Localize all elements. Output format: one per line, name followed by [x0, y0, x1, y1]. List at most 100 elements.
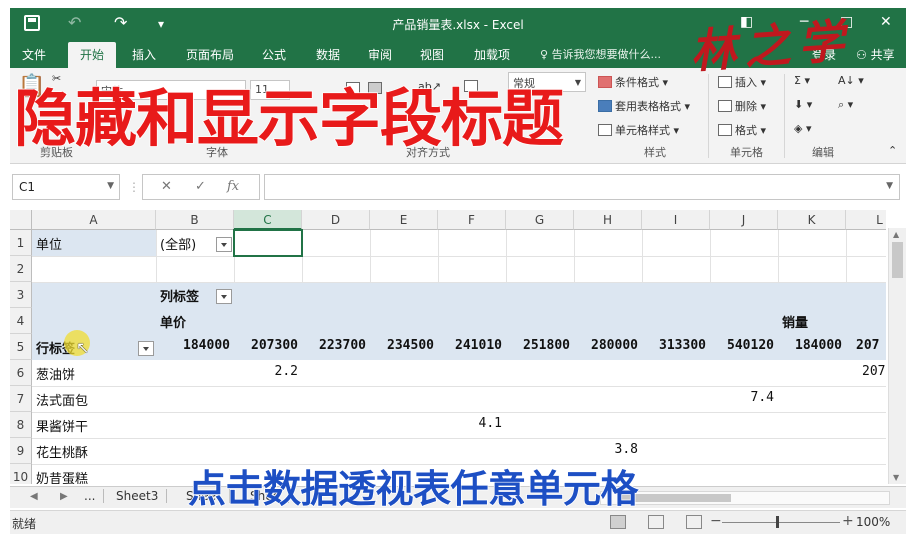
row-label[interactable]: 花生桃酥 [36, 442, 88, 461]
find-select-icon[interactable]: ⌕ ▾ [838, 98, 853, 112]
pivot-filter-value[interactable]: (全部) [160, 234, 196, 253]
horizontal-scrollbar[interactable] [600, 491, 890, 505]
value-cell[interactable]: 3.8 [574, 442, 638, 457]
zoom-out-icon[interactable]: − [710, 513, 722, 529]
normal-view-icon[interactable] [610, 515, 626, 529]
col-header-l[interactable]: L [846, 210, 886, 230]
cell-styles-button[interactable]: 单元格样式 ▾ [598, 122, 679, 138]
tab-page-layout[interactable]: 页面布局 [186, 46, 234, 63]
column-label-value[interactable]: 540120 [710, 338, 774, 353]
column-label-value[interactable]: 184000 [156, 338, 230, 353]
zoom-slider-thumb[interactable] [776, 516, 779, 528]
col-header-k[interactable]: K [778, 210, 846, 230]
conditional-format-button[interactable]: 条件格式 ▾ [598, 74, 668, 90]
column-labels-dropdown[interactable] [216, 289, 232, 304]
tab-formulas[interactable]: 公式 [262, 46, 286, 63]
row-header-9[interactable]: 9 [10, 438, 32, 464]
row-header-1[interactable]: 1 [10, 230, 32, 256]
field-sales-label[interactable]: 销量 [782, 312, 808, 331]
tab-file[interactable]: 文件 [22, 46, 46, 63]
sheet-tab-sheet3[interactable]: Sheet3 [108, 489, 168, 503]
delete-cells-button[interactable]: 删除 ▾ [718, 98, 766, 114]
column-label-value[interactable]: 207300 [234, 338, 298, 353]
col-header-d[interactable]: D [302, 210, 370, 230]
col-header-g[interactable]: G [506, 210, 574, 230]
value-cell[interactable]: 4.1 [438, 416, 502, 431]
row-label[interactable]: 葱油饼 [36, 364, 75, 383]
close-icon[interactable]: ✕ [880, 14, 892, 30]
row-header-6[interactable]: 6 [10, 360, 32, 386]
column-label-value[interactable]: 241010 [438, 338, 502, 353]
row-header-3[interactable]: 3 [10, 282, 32, 308]
fill-icon[interactable]: ⬇ ▾ [794, 98, 812, 111]
column-label-value[interactable]: 234500 [370, 338, 434, 353]
format-as-table-button[interactable]: 套用表格格式 ▾ [598, 98, 690, 114]
next-sheet-icon[interactable]: ▶ [60, 491, 68, 502]
zoom-slider[interactable] [722, 522, 840, 523]
clear-icon[interactable]: ◈ ▾ [794, 122, 811, 135]
zoom-level[interactable]: 100% [856, 515, 890, 529]
row-label[interactable]: 果酱饼干 [36, 416, 88, 435]
scroll-up-icon[interactable]: ▲ [893, 230, 899, 239]
col-header-j[interactable]: J [710, 210, 778, 230]
page-break-view-icon[interactable] [686, 515, 702, 529]
value-cell[interactable]: 7.4 [710, 390, 774, 405]
insert-function-icon[interactable]: fx [227, 179, 239, 194]
tab-review[interactable]: 审阅 [368, 46, 392, 63]
row-label[interactable]: 法式面包 [36, 390, 88, 409]
column-labels-header[interactable]: 列标签 [160, 286, 199, 305]
pivot-filter-label[interactable]: 单位 [36, 234, 62, 253]
tab-view[interactable]: 视图 [420, 46, 444, 63]
column-label-value[interactable]: 223700 [302, 338, 366, 353]
column-label-value[interactable]: 280000 [574, 338, 638, 353]
autosum-icon[interactable]: Σ ▾ [794, 74, 810, 87]
row-header-5[interactable]: 5 [10, 334, 32, 360]
zoom-in-icon[interactable]: + [842, 513, 854, 529]
col-header-f[interactable]: F [438, 210, 506, 230]
cancel-icon[interactable]: ✕ [161, 179, 172, 194]
row-labels-dropdown[interactable] [138, 341, 154, 356]
row-header-7[interactable]: 7 [10, 386, 32, 412]
worksheet-grid[interactable]: A B C D E F G H I J K L 1 2 3 4 5 6 7 8 … [10, 210, 886, 484]
col-header-c[interactable]: C [234, 210, 302, 230]
select-all-corner[interactable] [10, 210, 32, 230]
row-header-8[interactable]: 8 [10, 412, 32, 438]
row-header-4[interactable]: 4 [10, 308, 32, 334]
column-label-value[interactable]: 313300 [642, 338, 706, 353]
tab-insert[interactable]: 插入 [132, 46, 156, 63]
vertical-scrollbar[interactable]: ▲ ▼ [888, 228, 906, 484]
col-header-h[interactable]: H [574, 210, 642, 230]
column-label-value[interactable]: 251800 [506, 338, 570, 353]
tab-data[interactable]: 数据 [316, 46, 340, 63]
vertical-scroll-thumb[interactable] [892, 242, 903, 278]
tell-me-box[interactable]: ♀ 告诉我您想要做什么... [540, 46, 661, 62]
filter-dropdown-button[interactable] [216, 237, 232, 252]
page-layout-view-icon[interactable] [648, 515, 664, 529]
row-header-10[interactable]: 10 [10, 464, 32, 484]
col-header-i[interactable]: I [642, 210, 710, 230]
field-price-label[interactable]: 单价 [160, 312, 186, 331]
name-box[interactable]: C1 ▼ [12, 174, 120, 200]
row-header-2[interactable]: 2 [10, 256, 32, 282]
format-cells-button[interactable]: 格式 ▾ [718, 122, 766, 138]
value-cell[interactable]: 207 [846, 364, 886, 379]
value-cell[interactable]: 2.2 [234, 364, 298, 379]
selected-cell-c1[interactable] [233, 229, 303, 257]
column-label-value[interactable]: 207 [846, 338, 886, 353]
collapse-ribbon-icon[interactable]: ⌃ [888, 144, 897, 157]
col-header-b[interactable]: B [156, 210, 234, 230]
enter-icon[interactable]: ✓ [195, 179, 206, 194]
sort-filter-icon[interactable]: A↓ ▾ [838, 74, 864, 87]
tab-addins[interactable]: 加载项 [474, 46, 510, 63]
scroll-down-icon[interactable]: ▼ [893, 473, 899, 482]
prev-sheet-icon[interactable]: ◀ [30, 491, 38, 502]
row-label[interactable]: 奶昔蛋糕 [36, 468, 88, 484]
signature-logo: 林之学 [688, 13, 854, 79]
sheet-tab-more[interactable]: ... [76, 489, 105, 503]
col-header-a[interactable]: A [32, 210, 156, 230]
share-button[interactable]: ⚇ 共享 [856, 46, 895, 63]
tab-home[interactable]: 开始 [68, 42, 117, 68]
col-header-e[interactable]: E [370, 210, 438, 230]
formula-input[interactable]: ▼ [264, 174, 900, 200]
column-label-value[interactable]: 184000 [778, 338, 842, 353]
